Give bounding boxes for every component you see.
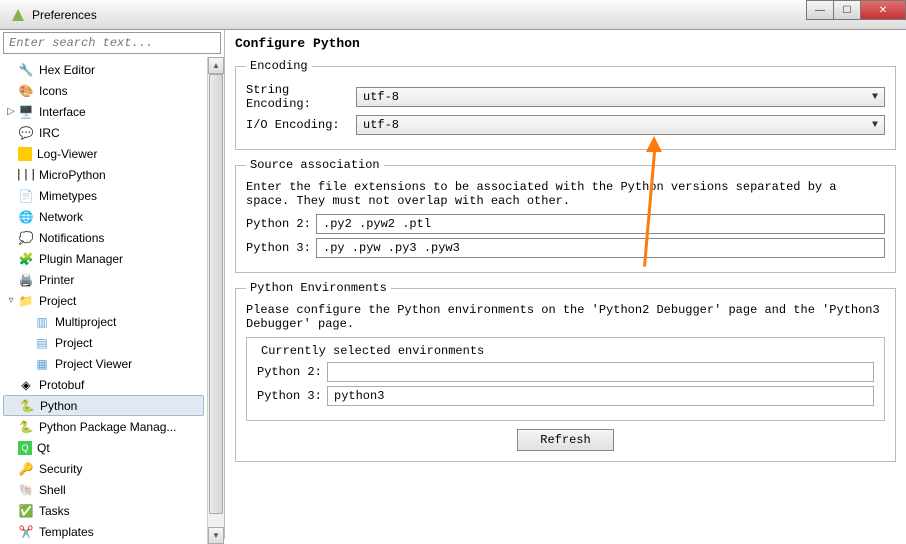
env-py3-label: Python 3: — [257, 389, 327, 403]
tree-item-project[interactable]: ▿📁Project — [0, 290, 207, 311]
scroll-down-button[interactable]: ▼ — [208, 527, 224, 544]
mime-icon: 📄 — [18, 188, 34, 204]
source-assoc-group: Source association Enter the file extens… — [235, 158, 896, 273]
assoc-py2-label: Python 2: — [246, 217, 316, 231]
window-title: Preferences — [32, 8, 97, 22]
hex-icon: 🔧 — [18, 62, 34, 78]
string-encoding-combo[interactable]: utf-8▼ — [356, 87, 885, 107]
assoc-py3-input[interactable] — [316, 238, 885, 258]
plugin-icon: 🧩 — [18, 251, 34, 267]
tree-item-printer[interactable]: ▷🖨️Printer — [0, 269, 207, 290]
project-sub-icon: ▤ — [34, 335, 50, 351]
current-env-group: Currently selected environments Python 2… — [246, 337, 885, 421]
network-icon: 🌐 — [18, 209, 34, 225]
qt-icon: Q — [18, 441, 32, 455]
preferences-tree[interactable]: ▷🔧Hex Editor ▷🎨Icons ▷🖥️Interface ▷💬IRC … — [0, 57, 207, 544]
tree-item-multiproject[interactable]: ▷▥Multiproject — [0, 311, 207, 332]
project-viewer-icon: ▦ — [34, 356, 50, 372]
tree-item-micropython[interactable]: ▷|||MicroPython — [0, 164, 207, 185]
environments-help: Please configure the Python environments… — [246, 303, 885, 331]
maximize-button[interactable]: ☐ — [833, 0, 861, 20]
log-icon — [18, 147, 32, 161]
environments-legend: Python Environments — [246, 281, 391, 295]
printer-icon: 🖨️ — [18, 272, 34, 288]
tree-item-hex-editor[interactable]: ▷🔧Hex Editor — [0, 59, 207, 80]
tree-item-shell[interactable]: ▷🐚Shell — [0, 479, 207, 500]
sidebar-scrollbar[interactable]: ▲ ▼ — [207, 57, 224, 544]
tree-item-security[interactable]: ▷🔑Security — [0, 458, 207, 479]
page-title: Configure Python — [235, 36, 896, 51]
shell-icon: 🐚 — [18, 482, 34, 498]
tree-item-project-viewer[interactable]: ▷▦Project Viewer — [0, 353, 207, 374]
main-panel: Configure Python Encoding String Encodin… — [225, 30, 906, 539]
encoding-legend: Encoding — [246, 59, 312, 73]
tasks-icon: ✅ — [18, 503, 34, 519]
interface-icon: 🖥️ — [18, 104, 34, 120]
tree-item-log-viewer[interactable]: ▷Log-Viewer — [0, 143, 207, 164]
assoc-py2-input[interactable] — [316, 214, 885, 234]
tree-item-python[interactable]: ▷🐍Python — [3, 395, 204, 416]
notifications-icon: 💭 — [18, 230, 34, 246]
tree-item-qt[interactable]: ▷QQt — [0, 437, 207, 458]
tree-item-interface[interactable]: ▷🖥️Interface — [0, 101, 207, 122]
tree-item-plugin-manager[interactable]: ▷🧩Plugin Manager — [0, 248, 207, 269]
assoc-py3-label: Python 3: — [246, 241, 316, 255]
project-icon: 📁 — [18, 293, 34, 309]
tree-item-network[interactable]: ▷🌐Network — [0, 206, 207, 227]
tree-item-irc[interactable]: ▷💬IRC — [0, 122, 207, 143]
io-encoding-label: I/O Encoding: — [246, 118, 356, 132]
tree-item-project-sub[interactable]: ▷▤Project — [0, 332, 207, 353]
app-icon — [10, 7, 26, 23]
string-encoding-label: String Encoding: — [246, 83, 356, 111]
env-py2-value — [327, 362, 874, 382]
protobuf-icon: ◈ — [18, 377, 34, 393]
tree-item-mimetypes[interactable]: ▷📄Mimetypes — [0, 185, 207, 206]
env-py3-value: python3 — [327, 386, 874, 406]
scroll-thumb[interactable] — [209, 74, 223, 514]
minimize-button[interactable]: — — [806, 0, 834, 20]
source-assoc-legend: Source association — [246, 158, 384, 172]
tree-item-protobuf[interactable]: ▷◈Protobuf — [0, 374, 207, 395]
multiproject-icon: ▥ — [34, 314, 50, 330]
environments-group: Python Environments Please configure the… — [235, 281, 896, 462]
close-button[interactable]: ✕ — [860, 0, 906, 20]
tree-item-icons[interactable]: ▷🎨Icons — [0, 80, 207, 101]
chevron-down-icon: ▼ — [872, 120, 878, 131]
chevron-down-icon: ▼ — [872, 92, 878, 103]
scroll-up-button[interactable]: ▲ — [208, 57, 224, 74]
sidebar: ▷🔧Hex Editor ▷🎨Icons ▷🖥️Interface ▷💬IRC … — [0, 30, 225, 539]
templates-icon: ✂️ — [18, 524, 34, 540]
titlebar: Preferences — ☐ ✕ — [0, 0, 906, 30]
irc-icon: 💬 — [18, 125, 34, 141]
source-assoc-help: Enter the file extensions to be associat… — [246, 180, 885, 208]
env-py2-label: Python 2: — [257, 365, 327, 379]
tree-item-python-pkg[interactable]: ▷🐍Python Package Manag... — [0, 416, 207, 437]
search-input[interactable] — [3, 32, 221, 54]
current-env-label: Currently selected environments — [257, 344, 488, 358]
python-icon: 🐍 — [19, 398, 35, 414]
refresh-button[interactable]: Refresh — [517, 429, 613, 451]
tree-item-tasks[interactable]: ▷✅Tasks — [0, 500, 207, 521]
icons-icon: 🎨 — [18, 83, 34, 99]
tree-item-notifications[interactable]: ▷💭Notifications — [0, 227, 207, 248]
io-encoding-combo[interactable]: utf-8▼ — [356, 115, 885, 135]
python-pkg-icon: 🐍 — [18, 419, 34, 435]
encoding-group: Encoding String Encoding: utf-8▼ I/O Enc… — [235, 59, 896, 150]
security-icon: 🔑 — [18, 461, 34, 477]
micropython-icon: ||| — [18, 167, 34, 183]
